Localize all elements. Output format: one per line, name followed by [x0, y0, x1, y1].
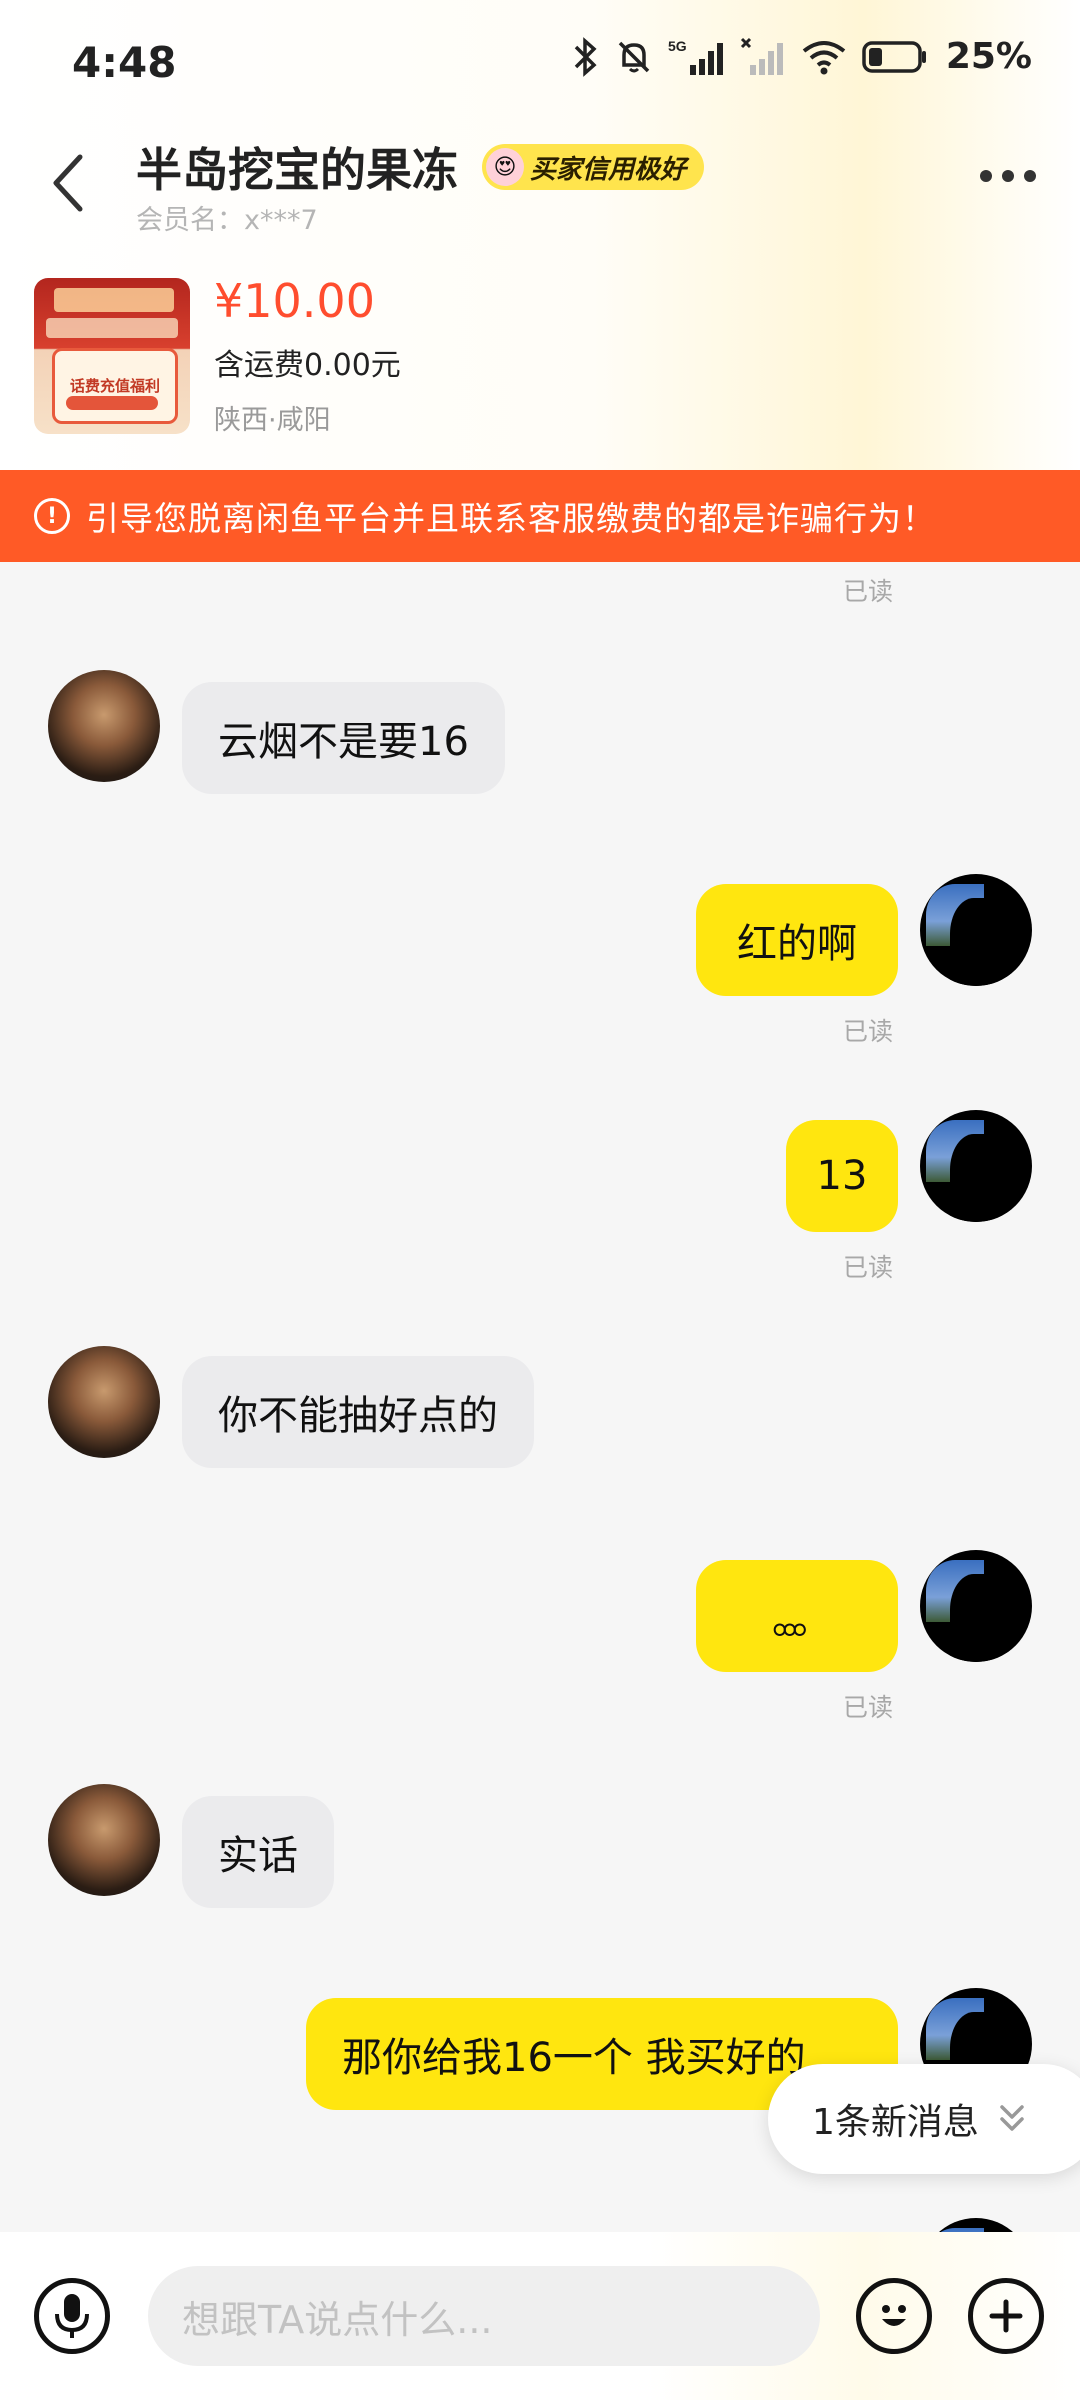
credit-badge: 😍 买家信用极好: [482, 144, 705, 190]
message-bubble[interactable]: 。。。: [696, 1560, 898, 1672]
status-icons: 5G 25%: [570, 36, 1032, 77]
message-bubble[interactable]: 云烟不是要16: [182, 682, 505, 794]
more-button[interactable]: [980, 170, 1036, 182]
status-time: 4:48: [72, 38, 177, 87]
voice-icon: [55, 2294, 89, 2338]
battery-level: 25%: [945, 36, 1032, 77]
more-icon: [980, 170, 992, 182]
message-bubble[interactable]: 红的啊: [696, 884, 898, 996]
battery-icon: [862, 40, 926, 73]
bluetooth-icon: [574, 36, 597, 77]
signal-icon: 5G: [668, 38, 723, 75]
credit-badge-label: 买家信用极好: [530, 154, 687, 185]
my-avatar[interactable]: [920, 1550, 1032, 1662]
fraud-warning-banner: ! 引导您脱离闲鱼平台并且联系客服缴费的都是诈骗行为！: [0, 470, 1080, 562]
message-bubble[interactable]: 实话: [182, 1796, 334, 1908]
alert-icon: !: [34, 498, 70, 534]
wifi-icon: [802, 40, 846, 74]
my-avatar[interactable]: [920, 874, 1032, 986]
signal-2-icon: [740, 37, 783, 75]
fraud-warning-text: 引导您脱离闲鱼平台并且联系客服缴费的都是诈骗行为！: [86, 499, 936, 538]
product-location: 陕西·咸阳: [214, 405, 331, 436]
mute-icon: [618, 41, 650, 72]
back-icon: [53, 154, 83, 212]
seller-avatar[interactable]: [48, 1784, 160, 1896]
back-button[interactable]: [40, 148, 96, 218]
read-receipt: 已读: [843, 1253, 894, 1282]
message-bubble[interactable]: 13: [786, 1120, 898, 1232]
emoji-icon: [882, 2305, 906, 2326]
seller-avatar[interactable]: [48, 1346, 160, 1458]
heart-eyes-icon: 😍: [486, 148, 524, 186]
product-thumbnail[interactable]: 话费充值福利: [34, 278, 190, 434]
voice-button[interactable]: [34, 2278, 110, 2354]
plus-icon: [989, 2299, 1023, 2333]
product-shipping: 含运费0.00元: [214, 348, 401, 383]
product-price: ¥10.00: [214, 274, 375, 328]
chat-title: 半岛挖宝的果冻: [136, 143, 458, 197]
network-label: 5G: [668, 38, 687, 54]
plus-button[interactable]: [968, 2278, 1044, 2354]
read-receipt: 已读: [843, 1693, 894, 1722]
read-receipt: 已读: [843, 577, 894, 606]
member-name: 会员名：x***7: [136, 205, 318, 236]
message-bubble[interactable]: 你不能抽好点的: [182, 1356, 534, 1468]
thumbnail-text: 话费充值福利: [69, 377, 160, 395]
my-avatar[interactable]: [920, 1110, 1032, 1222]
double-chevron-down-icon: [1000, 2105, 1024, 2131]
status-bar: 4:48 5G 25%: [0, 0, 1080, 125]
message-input[interactable]: 想跟TA说点什么...: [148, 2266, 820, 2366]
new-message-button[interactable]: 1条新消息: [768, 2064, 1080, 2174]
emoji-button[interactable]: [856, 2278, 932, 2354]
new-message-label: 1条新消息: [812, 2102, 979, 2143]
read-receipt: 已读: [843, 1017, 894, 1046]
seller-avatar[interactable]: [48, 670, 160, 782]
